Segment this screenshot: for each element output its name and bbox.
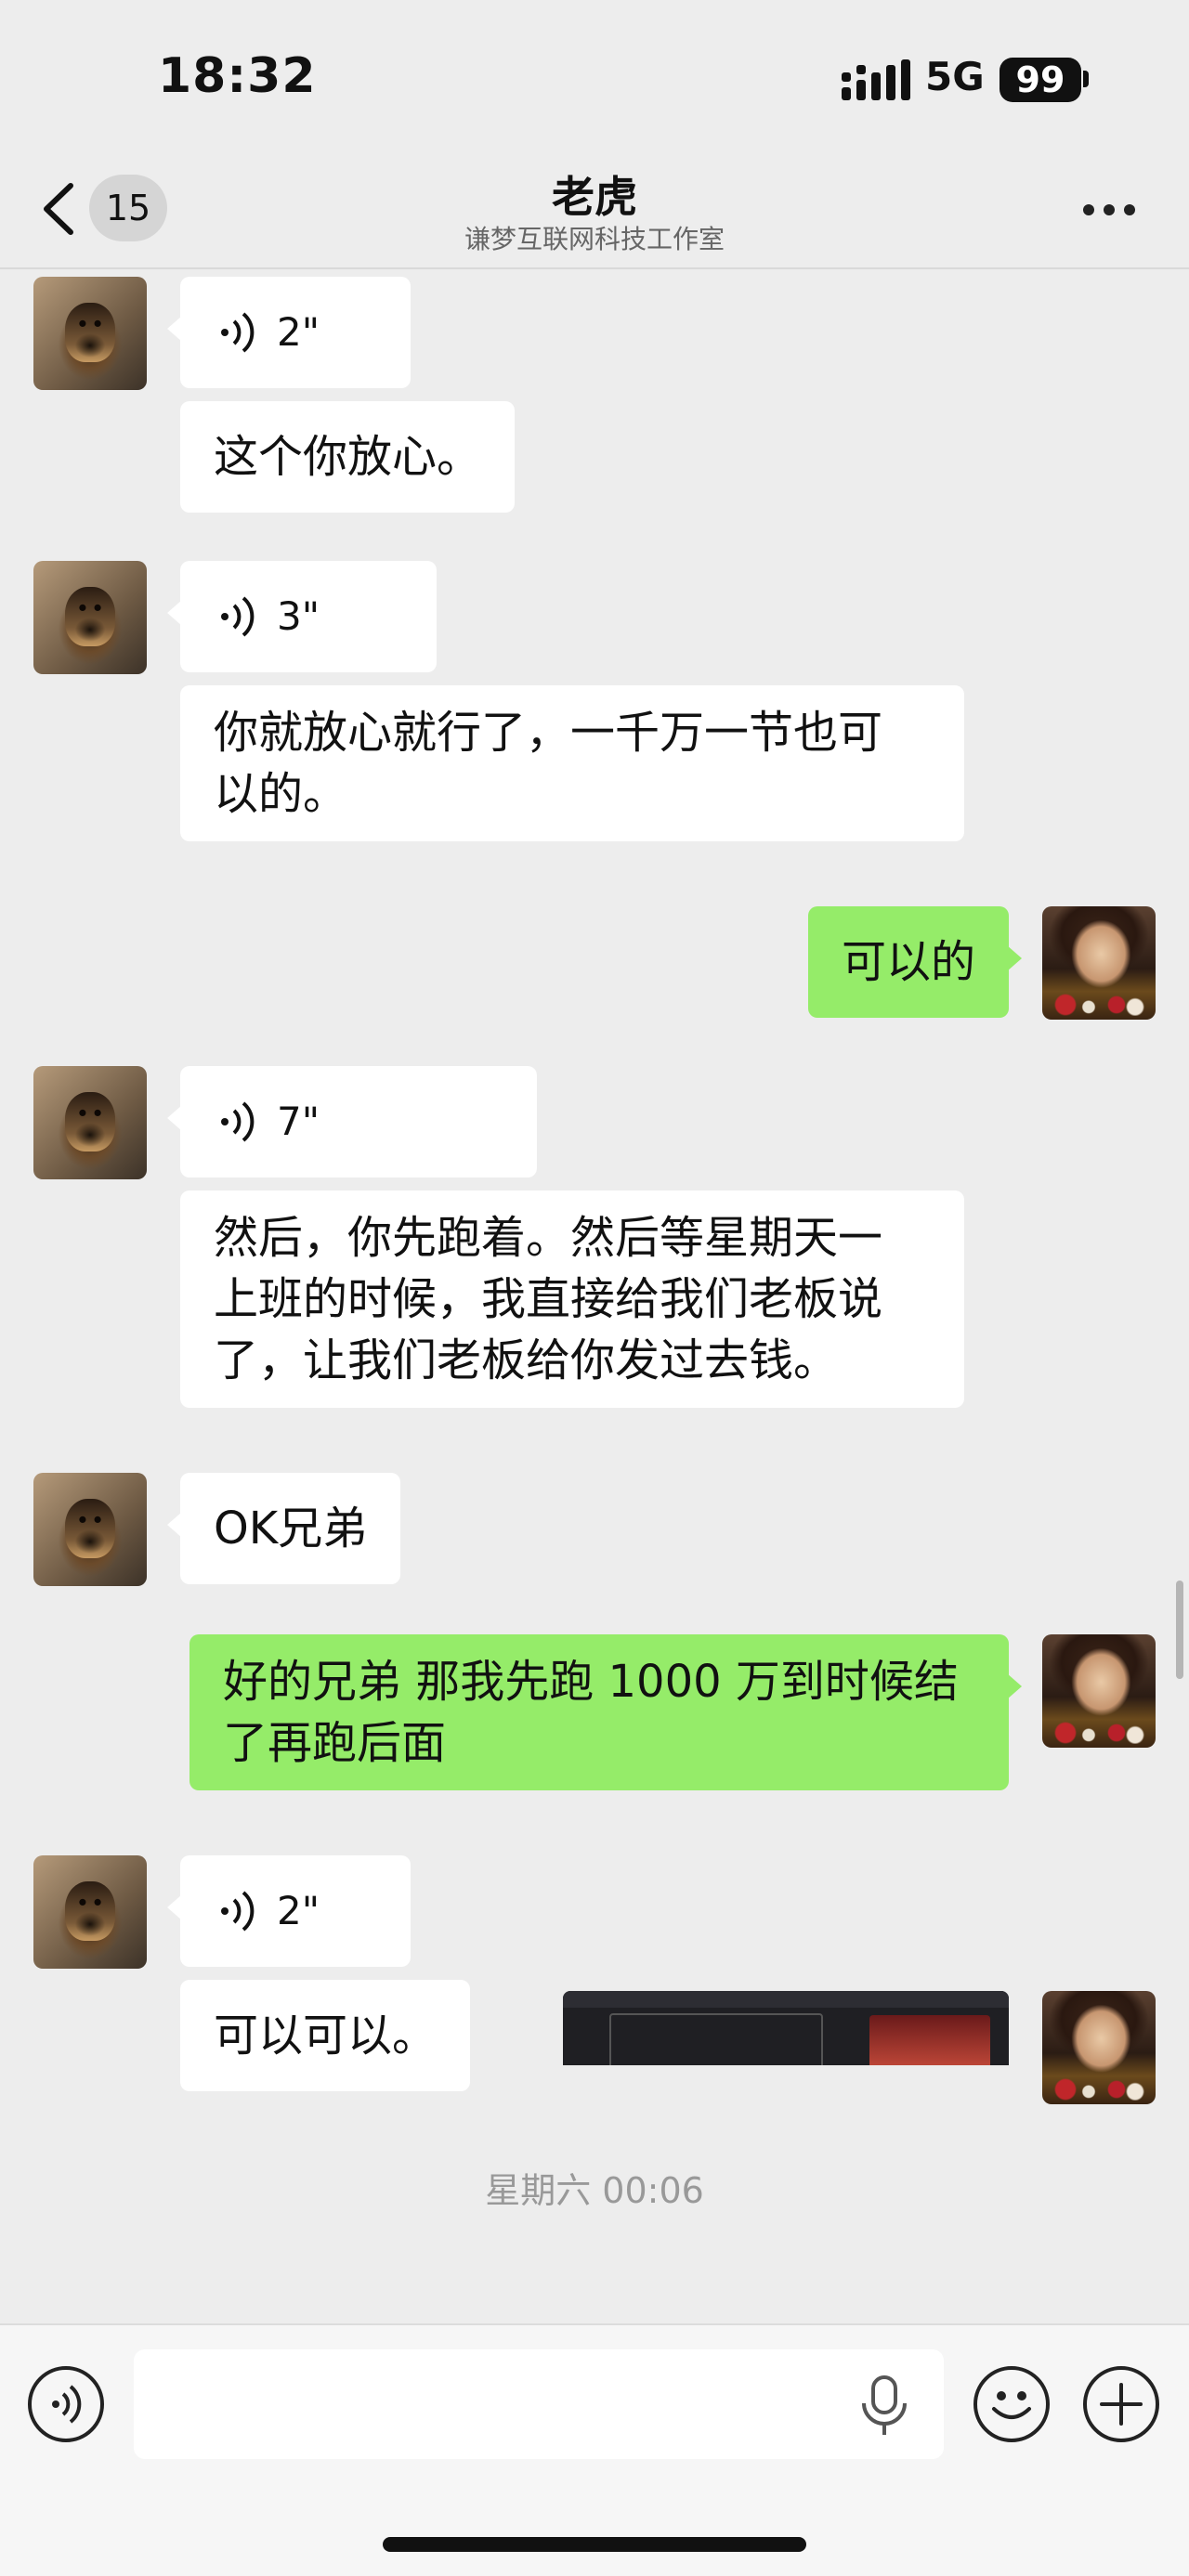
contact-avatar[interactable] xyxy=(33,1473,147,1586)
more-dots-icon[interactable] xyxy=(1083,201,1139,219)
scrollbar[interactable] xyxy=(1176,1581,1183,1679)
my-avatar[interactable] xyxy=(1042,1634,1156,1748)
text-line: 以的。 xyxy=(214,768,348,820)
image-card xyxy=(869,2015,990,2065)
network-type: 5G xyxy=(925,54,985,99)
plus-icon[interactable] xyxy=(1083,2366,1159,2442)
contact-avatar[interactable] xyxy=(33,561,147,674)
voice-message[interactable]: 3" xyxy=(167,561,437,672)
voice-wave-icon xyxy=(221,596,255,637)
image-panel xyxy=(609,2013,823,2065)
text-line: 然后，你先跑着。然后等星期天一 xyxy=(214,1212,883,1264)
chat-subtitle: 谦梦互联网科技工作室 xyxy=(464,224,725,254)
message-input[interactable] xyxy=(134,2349,944,2459)
chat-header: 15 老虎 谦梦互联网科技工作室 xyxy=(0,158,1189,269)
contact-avatar[interactable] xyxy=(33,1066,147,1179)
text-line: 你就放心就行了，一千万一节也可 xyxy=(214,707,883,759)
voice-duration: 7" xyxy=(277,1099,320,1144)
text-message[interactable]: 可以可以。 xyxy=(180,1980,471,2091)
text-message[interactable]: 这个你放心。 xyxy=(180,401,516,513)
text-message[interactable]: 你就放心就行了，一千万一节也可 以的。 xyxy=(180,685,964,841)
voice-wave-icon xyxy=(221,1891,255,1932)
text-message[interactable]: OK兄弟 xyxy=(166,1473,401,1584)
voice-wave-icon xyxy=(221,312,255,353)
voice-message[interactable]: 2" xyxy=(167,277,411,388)
voice-wave-icon xyxy=(221,1101,255,1142)
text-line: 了再跑后面 xyxy=(223,1717,447,1769)
text-line: 了，让我们老板给你发过去钱。 xyxy=(214,1334,839,1386)
voice-duration: 3" xyxy=(277,593,320,639)
home-indicator[interactable] xyxy=(383,2537,806,2552)
status-bar: 18:32 5G 99 xyxy=(0,0,1189,158)
voice-duration: 2" xyxy=(277,309,320,355)
chat-title: 老虎 xyxy=(552,172,637,222)
contact-avatar[interactable] xyxy=(33,1855,147,1969)
battery-nub xyxy=(1083,71,1089,87)
my-avatar[interactable] xyxy=(1042,906,1156,1020)
voice-duration: 2" xyxy=(277,1888,320,1933)
image-message[interactable] xyxy=(563,1991,1009,2065)
voice-icon[interactable] xyxy=(28,2366,104,2442)
message-timestamp: 星期六 00:06 xyxy=(485,2170,704,2211)
contact-avatar[interactable] xyxy=(33,277,147,390)
mic-icon[interactable] xyxy=(858,2375,910,2437)
outgoing-text-message[interactable]: 可以的 xyxy=(807,906,1023,1018)
voice-message[interactable]: 7" xyxy=(167,1066,537,1177)
outgoing-text-message[interactable]: 好的兄弟 那我先跑 1000 万到时候结 了再跑后面 xyxy=(189,1634,1022,1790)
message-list[interactable]: 2" 这个你放心。 3" 你就放心就行了，一千万一节也可 以的。 可以的 7" … xyxy=(0,271,1189,2323)
my-avatar[interactable] xyxy=(1042,1991,1156,2104)
voice-message[interactable]: 2" xyxy=(167,1855,411,1967)
text-message[interactable]: 然后，你先跑着。然后等星期天一 上班的时候，我直接给我们老板说 了，让我们老板给… xyxy=(180,1190,964,1408)
emoji-icon[interactable] xyxy=(973,2366,1050,2442)
text-line: 好的兄弟 那我先跑 1000 万到时候结 xyxy=(223,1656,959,1708)
image-toolbar xyxy=(563,1991,1009,2008)
status-time: 18:32 xyxy=(158,48,317,104)
signal-icon xyxy=(842,59,910,100)
battery-indicator: 99 xyxy=(1000,58,1081,102)
text-line: 上班的时候，我直接给我们老板说 xyxy=(214,1273,883,1325)
